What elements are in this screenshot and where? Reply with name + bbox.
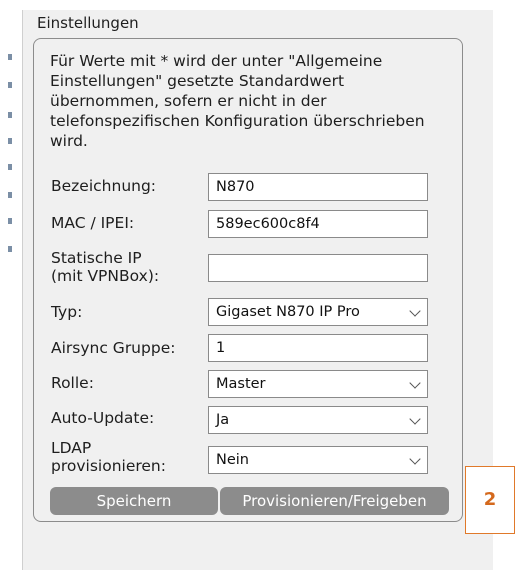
label-ldap-line1: LDAP	[51, 439, 92, 457]
chevron-down-icon	[409, 305, 421, 317]
label-ldap-line2: provisionieren:	[51, 457, 166, 475]
typ-select[interactable]: Gigaset N870 IP Pro	[208, 298, 428, 326]
static-ip-input[interactable]	[208, 254, 428, 282]
label-static-ip-line1: Statische IP	[51, 249, 142, 267]
auto-update-select[interactable]: Ja	[208, 406, 428, 434]
label-static-ip-line2: (mit VPNBox):	[51, 267, 160, 285]
step-badge: 2	[465, 466, 515, 534]
chevron-down-icon	[409, 413, 421, 425]
chevron-down-icon	[409, 377, 421, 389]
airsync-input[interactable]	[208, 334, 428, 362]
label-mac: MAC / IPEI:	[51, 214, 135, 232]
rolle-select-value: Master	[216, 376, 266, 392]
rolle-select[interactable]: Master	[208, 370, 428, 398]
info-note: Für Werte mit * wird der unter "Allgemei…	[50, 52, 425, 150]
left-edge-strip	[0, 40, 14, 270]
typ-select-value: Gigaset N870 IP Pro	[216, 304, 360, 320]
save-button[interactable]: Speichern	[50, 487, 218, 515]
label-static-ip: Statische IP (mit VPNBox):	[51, 249, 159, 285]
provision-button[interactable]: Provisionieren/Freigeben	[220, 487, 449, 515]
ldap-select-value: Nein	[216, 452, 249, 468]
chevron-down-icon	[409, 453, 421, 465]
label-auto-update: Auto-Update:	[51, 409, 155, 427]
label-rolle: Rolle:	[51, 374, 94, 392]
mac-input[interactable]	[208, 210, 428, 238]
label-airsync: Airsync Gruppe:	[51, 339, 176, 357]
auto-update-select-value: Ja	[216, 412, 230, 428]
ldap-select[interactable]: Nein	[208, 446, 428, 474]
label-typ: Typ:	[51, 303, 83, 321]
bezeichnung-input[interactable]	[208, 173, 428, 201]
label-bezeichnung: Bezeichnung:	[51, 177, 157, 195]
panel-title: Einstellungen	[37, 14, 139, 32]
label-ldap: LDAP provisionieren:	[51, 439, 166, 475]
